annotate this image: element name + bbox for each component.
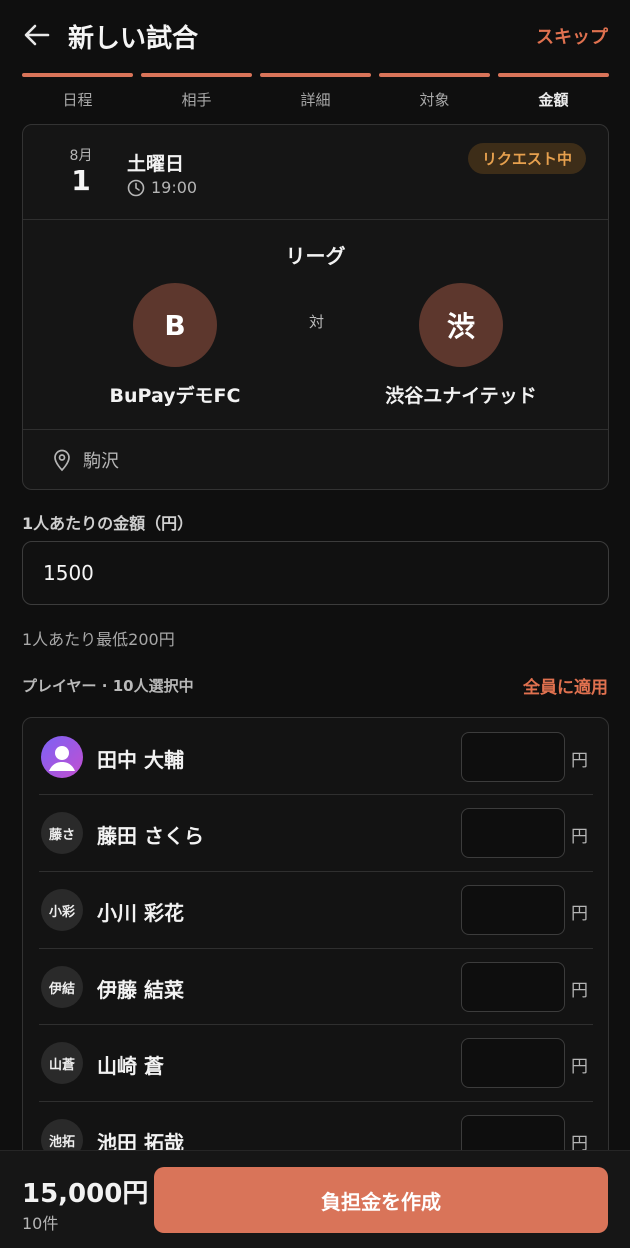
status-badge: リクエスト中 [467,143,586,174]
amount-per-person-input[interactable] [22,541,609,605]
venue-name: 駒沢 [83,451,119,472]
match-card: 8月 1 土曜日 19:00 リクエスト中 リーグ B BuPayデモFC 対 … [22,124,609,490]
avatar: 山蒼 [41,1042,83,1084]
total-amount: 15,000円 [22,1179,149,1209]
page-title: 新しい試合 [68,24,199,54]
player-row: 藤さ 藤田 さくら 円 [39,794,593,870]
avatar: 藤さ [41,812,83,854]
player-name: 山崎 蒼 [97,1054,164,1078]
team-name: BuPayデモFC [109,385,241,407]
date-month: 8月 [69,148,93,164]
player-list: 田中 大輔 円 藤さ 藤田 さくら 円 小彩 小川 彩花 円 伊結 伊藤 結菜 … [22,717,609,1177]
yen-unit: 円 [571,751,588,771]
yen-unit: 円 [571,827,588,847]
skip-button[interactable]: スキップ [536,23,608,49]
divider [23,429,608,430]
venue-row: 駒沢 [51,447,119,473]
player-row: 伊結 伊藤 結菜 円 [39,948,593,1024]
match-date: 8月 1 [63,145,99,197]
step-details[interactable]: 詳細 [260,73,371,110]
weekday: 土曜日 [127,153,185,175]
time-text: 19:00 [151,178,198,197]
step-label: 日程 [62,91,93,109]
team-crest: B [133,283,217,367]
step-opponent[interactable]: 相手 [141,73,252,110]
date-day: 1 [71,164,91,197]
step-bar [22,73,133,77]
player-amount-input[interactable] [461,885,565,935]
avatar: 小彩 [41,889,83,931]
step-label: 対象 [419,91,450,109]
step-progress: 日程 相手 詳細 対象 金額 [22,73,609,110]
player-amount-input[interactable] [461,962,565,1012]
step-label: 詳細 [300,91,331,109]
back-arrow-icon[interactable] [22,20,52,50]
yen-unit: 円 [571,1057,588,1077]
team-name: 渋谷ユナイテッド [385,385,537,407]
player-row: 小彩 小川 彩花 円 [39,871,593,947]
player-row: 田中 大輔 円 [39,718,593,794]
avatar: 伊結 [41,966,83,1008]
yen-unit: 円 [571,904,588,924]
player-name: 田中 大輔 [97,748,184,772]
step-bar [498,73,609,77]
user-icon [49,746,75,771]
footer-bar: 15,000円 10件 負担金を作成 [0,1150,630,1248]
step-bar [141,73,252,77]
minimum-note: 1人あたり最低200円 [22,630,175,649]
players-heading: プレイヤー · 10人選択中 [22,677,194,695]
item-count: 10件 [22,1214,59,1233]
apply-to-all-button[interactable]: 全員に適用 [523,673,608,698]
location-pin-icon [54,449,70,472]
step-label: 金額 [538,91,569,109]
divider [23,219,608,220]
yen-unit: 円 [571,981,588,1001]
league-label: リーグ [285,244,346,268]
step-amount[interactable]: 金額 [498,73,609,110]
clock-icon [127,179,145,196]
create-fee-button[interactable]: 負担金を作成 [154,1167,608,1233]
away-team: 渋 渋谷ユナイテッド [361,283,561,408]
avatar [41,736,83,778]
app-header: 新しい試合 スキップ [0,0,630,72]
step-label: 相手 [181,91,212,109]
step-bar [260,73,371,77]
step-schedule[interactable]: 日程 [22,73,133,110]
match-time: 19:00 [127,178,197,197]
player-name: 伊藤 結菜 [97,978,184,1002]
player-row: 山蒼 山崎 蒼 円 [39,1024,593,1100]
player-name: 藤田 さくら [97,824,204,848]
versus-label: 対 [309,313,325,331]
player-amount-input[interactable] [461,808,565,858]
home-team: B BuPayデモFC [75,283,275,408]
step-bar [379,73,490,77]
player-amount-input[interactable] [461,732,565,782]
player-name: 小川 彩花 [97,901,184,925]
step-targets[interactable]: 対象 [379,73,490,110]
player-amount-input[interactable] [461,1038,565,1088]
team-crest: 渋 [419,283,503,367]
amount-label: 1人あたりの金額（円） [22,514,194,533]
